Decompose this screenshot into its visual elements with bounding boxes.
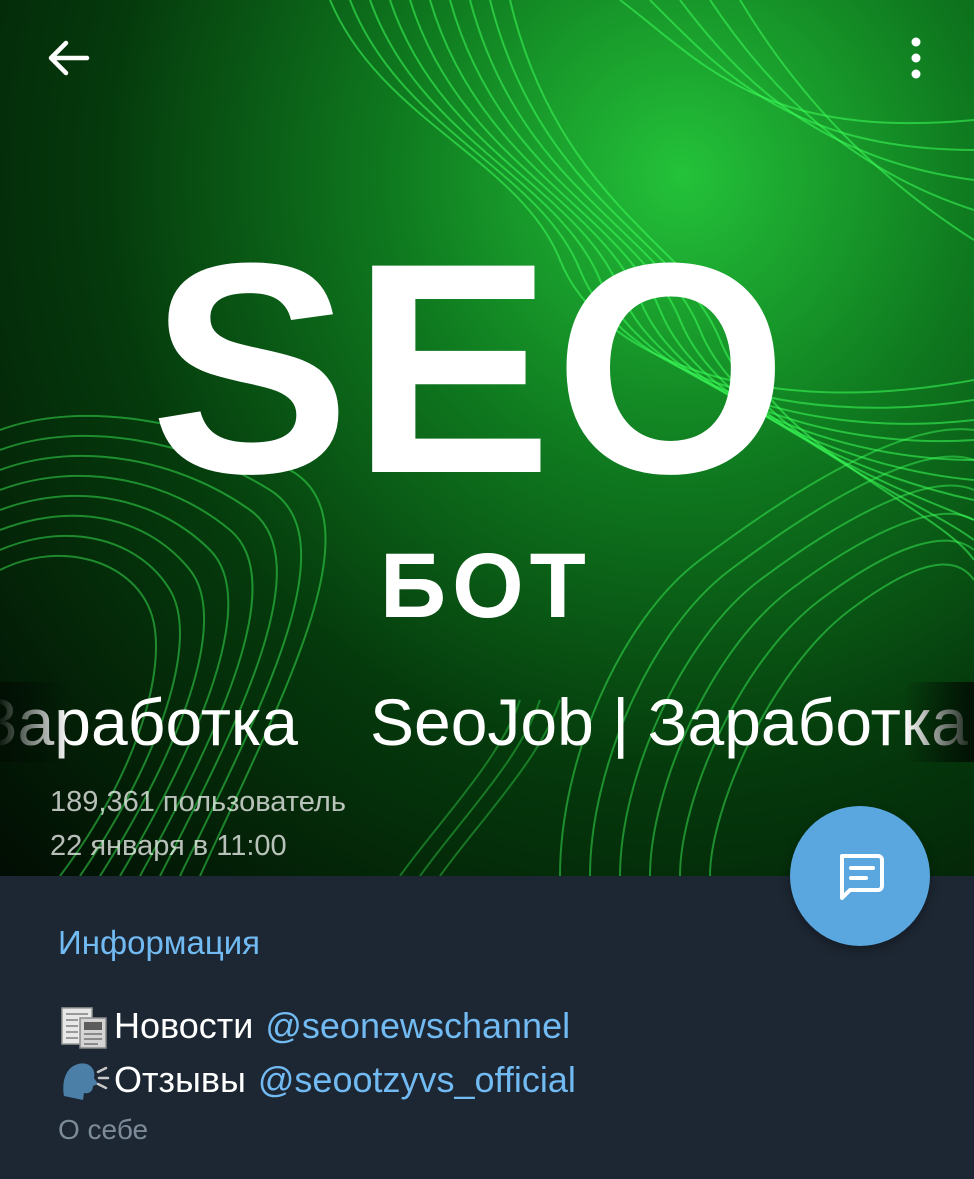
logo-bot-text: БОТ bbox=[380, 535, 592, 637]
news-label: Новости bbox=[114, 1005, 254, 1046]
about-caption: О себе bbox=[58, 1114, 149, 1145]
send-message-button[interactable] bbox=[790, 806, 930, 946]
more-vertical-icon bbox=[911, 37, 921, 79]
logo-seo-text: SEO bbox=[150, 200, 790, 536]
arrow-left-icon bbox=[48, 40, 90, 76]
profile-header-image: SEO БОТ SeoJob | ЗаработкаSeoJob | Зараб… bbox=[0, 0, 974, 876]
speaking-head-icon bbox=[63, 1063, 110, 1100]
subscriber-count: 189,361 пользователь bbox=[50, 786, 346, 818]
news-channel-link[interactable]: @seonewschannel bbox=[265, 1005, 570, 1047]
message-icon bbox=[840, 854, 884, 900]
news-line: Новости @seonewschannel bbox=[58, 1002, 570, 1050]
profile-title-repeat: SeoJob | Заработка bbox=[369, 685, 968, 759]
reviews-label: Отзывы bbox=[114, 1059, 246, 1100]
profile-title-marquee: SeoJob | ЗаработкаSeoJob | Заработка bbox=[0, 682, 974, 762]
info-heading: Информация bbox=[58, 924, 261, 961]
back-button[interactable] bbox=[38, 28, 98, 88]
marquee-fade-left bbox=[0, 682, 70, 762]
reviews-line: Отзывы @seootzyvs_official bbox=[58, 1056, 576, 1104]
reviews-channel-link[interactable]: @seootzyvs_official bbox=[258, 1059, 576, 1101]
profile-screen: SEO БОТ SeoJob | ЗаработкаSeoJob | Зараб… bbox=[0, 0, 974, 1179]
newspaper-icon bbox=[61, 1007, 107, 1049]
last-seen-status: 22 января в 11:00 bbox=[50, 830, 287, 862]
more-options-button[interactable] bbox=[886, 28, 946, 88]
marquee-fade-right bbox=[904, 682, 974, 762]
